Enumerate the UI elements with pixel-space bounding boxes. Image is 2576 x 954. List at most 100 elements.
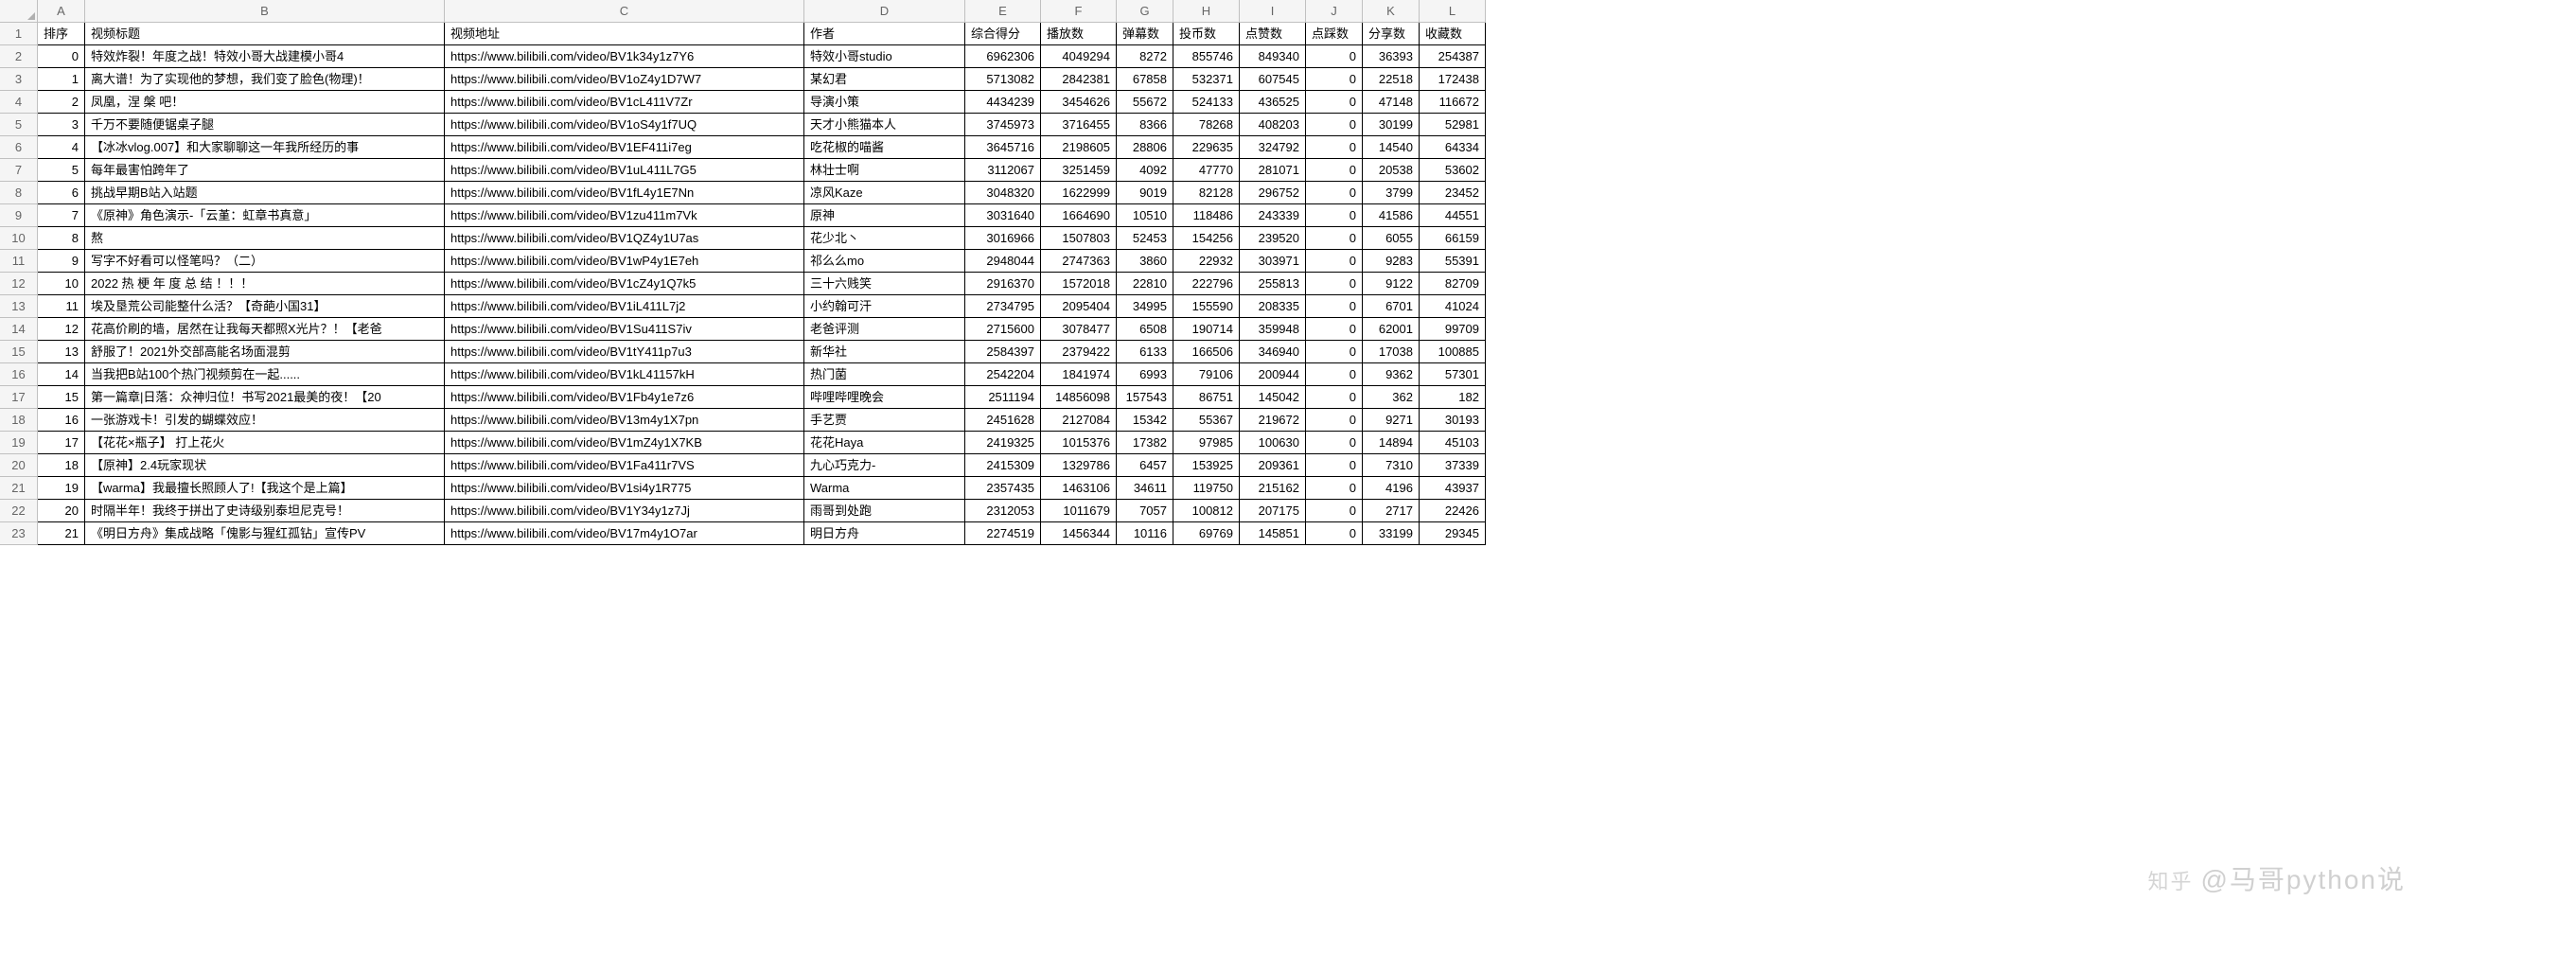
data-cell[interactable]: 老爸评测: [804, 318, 965, 341]
select-all-corner[interactable]: [0, 0, 38, 23]
row-header[interactable]: 15: [0, 341, 38, 363]
row-header[interactable]: 5: [0, 114, 38, 136]
header-cell[interactable]: 综合得分: [965, 23, 1041, 45]
data-cell[interactable]: 手艺贾: [804, 409, 965, 432]
data-cell[interactable]: 78268: [1173, 114, 1240, 136]
row-header[interactable]: 7: [0, 159, 38, 182]
data-cell[interactable]: 0: [1306, 454, 1363, 477]
data-cell[interactable]: 14856098: [1041, 386, 1117, 409]
data-cell[interactable]: 0: [1306, 182, 1363, 204]
header-cell[interactable]: 视频标题: [85, 23, 445, 45]
data-cell[interactable]: 2022 热 梗 年 度 总 结 ！！！: [85, 273, 445, 295]
data-cell[interactable]: 2415309: [965, 454, 1041, 477]
data-cell[interactable]: 362: [1363, 386, 1420, 409]
data-cell[interactable]: 0: [1306, 114, 1363, 136]
data-cell[interactable]: 324792: [1240, 136, 1306, 159]
data-cell[interactable]: 特效小哥studio: [804, 45, 965, 68]
data-cell[interactable]: 0: [1306, 159, 1363, 182]
data-cell[interactable]: 6055: [1363, 227, 1420, 250]
data-cell[interactable]: 15: [38, 386, 85, 409]
data-cell[interactable]: 0: [1306, 500, 1363, 522]
data-cell[interactable]: https://www.bilibili.com/video/BV1oS4y1f…: [445, 114, 804, 136]
row-header[interactable]: 21: [0, 477, 38, 500]
data-cell[interactable]: 17: [38, 432, 85, 454]
data-cell[interactable]: 243339: [1240, 204, 1306, 227]
data-cell[interactable]: 524133: [1173, 91, 1240, 114]
data-cell[interactable]: 9283: [1363, 250, 1420, 273]
data-cell[interactable]: 0: [1306, 522, 1363, 545]
row-header[interactable]: 22: [0, 500, 38, 522]
data-cell[interactable]: 雨哥到处跑: [804, 500, 965, 522]
data-cell[interactable]: 55672: [1117, 91, 1173, 114]
data-cell[interactable]: 1622999: [1041, 182, 1117, 204]
data-cell[interactable]: 0: [38, 45, 85, 68]
data-cell[interactable]: 12: [38, 318, 85, 341]
data-cell[interactable]: 155590: [1173, 295, 1240, 318]
data-cell[interactable]: 36393: [1363, 45, 1420, 68]
data-cell[interactable]: https://www.bilibili.com/video/BV17m4y1O…: [445, 522, 804, 545]
column-header-I[interactable]: I: [1240, 0, 1306, 23]
data-cell[interactable]: 8272: [1117, 45, 1173, 68]
data-cell[interactable]: 6701: [1363, 295, 1420, 318]
row-header[interactable]: 8: [0, 182, 38, 204]
row-header[interactable]: 17: [0, 386, 38, 409]
data-cell[interactable]: https://www.bilibili.com/video/BV1cL411V…: [445, 91, 804, 114]
data-cell[interactable]: 14: [38, 363, 85, 386]
data-cell[interactable]: 8366: [1117, 114, 1173, 136]
data-cell[interactable]: 207175: [1240, 500, 1306, 522]
row-header[interactable]: 13: [0, 295, 38, 318]
data-cell[interactable]: 116672: [1420, 91, 1486, 114]
data-cell[interactable]: 0: [1306, 432, 1363, 454]
data-cell[interactable]: https://www.bilibili.com/video/BV1kL4115…: [445, 363, 804, 386]
data-cell[interactable]: 1463106: [1041, 477, 1117, 500]
row-header[interactable]: 6: [0, 136, 38, 159]
data-cell[interactable]: 花高价刷的墙，居然在让我每天都照X光片？！【老爸: [85, 318, 445, 341]
data-cell[interactable]: 34611: [1117, 477, 1173, 500]
data-cell[interactable]: https://www.bilibili.com/video/BV1cZ4y1Q…: [445, 273, 804, 295]
data-cell[interactable]: 34995: [1117, 295, 1173, 318]
data-cell[interactable]: 舒服了！2021外交部高能名场面混剪: [85, 341, 445, 363]
header-cell[interactable]: 播放数: [1041, 23, 1117, 45]
data-cell[interactable]: 0: [1306, 318, 1363, 341]
data-cell[interactable]: 3645716: [965, 136, 1041, 159]
data-cell[interactable]: https://www.bilibili.com/video/BV1uL411L…: [445, 159, 804, 182]
data-cell[interactable]: 5713082: [965, 68, 1041, 91]
row-header[interactable]: 2: [0, 45, 38, 68]
data-cell[interactable]: https://www.bilibili.com/video/BV1Fb4y1e…: [445, 386, 804, 409]
data-cell[interactable]: 145851: [1240, 522, 1306, 545]
row-header[interactable]: 4: [0, 91, 38, 114]
data-cell[interactable]: 3251459: [1041, 159, 1117, 182]
data-cell[interactable]: 6962306: [965, 45, 1041, 68]
data-cell[interactable]: 0: [1306, 91, 1363, 114]
data-cell[interactable]: 1841974: [1041, 363, 1117, 386]
data-cell[interactable]: 花少北丶: [804, 227, 965, 250]
data-cell[interactable]: 明日方舟: [804, 522, 965, 545]
data-cell[interactable]: 254387: [1420, 45, 1486, 68]
data-cell[interactable]: 某幻君: [804, 68, 965, 91]
data-cell[interactable]: 19: [38, 477, 85, 500]
data-cell[interactable]: 10510: [1117, 204, 1173, 227]
data-cell[interactable]: 359948: [1240, 318, 1306, 341]
row-header[interactable]: 11: [0, 250, 38, 273]
data-cell[interactable]: 哔哩哔哩晚会: [804, 386, 965, 409]
data-cell[interactable]: 原神: [804, 204, 965, 227]
data-cell[interactable]: 1015376: [1041, 432, 1117, 454]
data-cell[interactable]: 9019: [1117, 182, 1173, 204]
data-cell[interactable]: 44551: [1420, 204, 1486, 227]
data-cell[interactable]: 6993: [1117, 363, 1173, 386]
data-cell[interactable]: 2274519: [965, 522, 1041, 545]
data-cell[interactable]: 33199: [1363, 522, 1420, 545]
data-cell[interactable]: 55391: [1420, 250, 1486, 273]
data-cell[interactable]: 3112067: [965, 159, 1041, 182]
data-cell[interactable]: 0: [1306, 68, 1363, 91]
data-cell[interactable]: 2379422: [1041, 341, 1117, 363]
data-cell[interactable]: https://www.bilibili.com/video/BV1Y34y1z…: [445, 500, 804, 522]
data-cell[interactable]: 11: [38, 295, 85, 318]
column-header-E[interactable]: E: [965, 0, 1041, 23]
data-cell[interactable]: 1572018: [1041, 273, 1117, 295]
data-cell[interactable]: 157543: [1117, 386, 1173, 409]
data-cell[interactable]: 0: [1306, 250, 1363, 273]
data-cell[interactable]: 18: [38, 454, 85, 477]
data-cell[interactable]: 0: [1306, 295, 1363, 318]
data-cell[interactable]: 17382: [1117, 432, 1173, 454]
